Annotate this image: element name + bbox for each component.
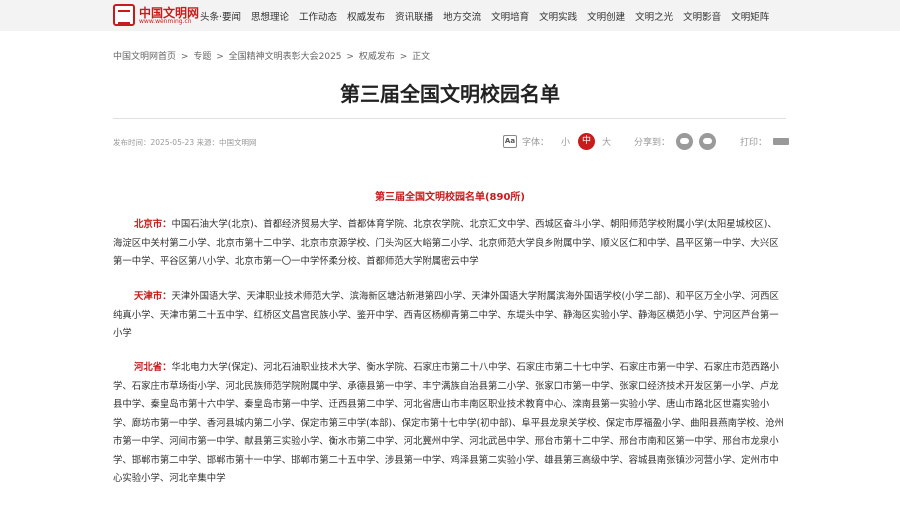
site-logo[interactable]: 中国文明网 www.wenming.cn <box>113 4 203 28</box>
province-name: 河北省： <box>134 362 172 373</box>
article-title: 第三届全国文明校园名单 <box>340 82 560 106</box>
breadcrumb-current: 正文 <box>412 52 431 62</box>
province-name: 北京市： <box>134 219 172 230</box>
nav-item-official[interactable]: 权威发布 <box>347 9 385 23</box>
top-navigation-bar: 中国文明网 www.wenming.cn 头条·要闻 思想理论 工作动态 权威发… <box>0 0 900 31</box>
breadcrumb: 中国文明网首页 > 专题 > 全国精神文明表彰大会2025 > 权威发布 > 正… <box>113 49 430 62</box>
nav-item-creation[interactable]: 文明创建 <box>587 9 625 23</box>
font-medium-button[interactable]: 中 <box>578 132 596 150</box>
wechat-icon[interactable] <box>676 132 694 150</box>
nav-item-news[interactable]: 资讯联播 <box>395 9 433 23</box>
nav-item-cultivation[interactable]: 文明培育 <box>491 9 529 23</box>
print-label: 打印： <box>740 137 768 148</box>
nav-item-headlines[interactable]: 头条·要闻 <box>200 9 241 23</box>
title-divider <box>113 118 786 119</box>
school-list: 天津外国语大学、天津职业技术师范大学、滨海新区塘沽新港第四小学、天津外国语大学附… <box>113 291 779 339</box>
main-nav: 头条·要闻 思想理论 工作动态 权威发布 资讯联播 地方交流 文明培育 文明实践… <box>200 9 779 23</box>
school-list: 中国石油大学(北京)、首都经济贸易大学、首都体育学院、北京农学院、北京汇文中学、… <box>113 219 779 267</box>
breadcrumb-separator: > <box>180 52 189 62</box>
font-label: 字体： <box>522 137 550 148</box>
breadcrumb-event[interactable]: 全国精神文明表彰大会2025 <box>229 52 342 62</box>
breadcrumb-separator: > <box>346 52 354 62</box>
font-size-icon: Aa <box>503 134 517 148</box>
province-section-beijing: 北京市：中国石油大学(北京)、首都经济贸易大学、首都体育学院、北京农学院、北京汇… <box>113 216 786 272</box>
school-list: 华北电力大学(保定)、河北石油职业技术大学、衡水学院、石家庄市第二十八中学、石家… <box>113 362 784 484</box>
logo-url: www.wenming.cn <box>139 18 192 25</box>
breadcrumb-home[interactable]: 中国文明网首页 <box>113 52 176 62</box>
nav-item-work[interactable]: 工作动态 <box>299 9 337 23</box>
list-subtitle: 第三届全国文明校园名单(890所) <box>374 192 525 203</box>
breadcrumb-official[interactable]: 权威发布 <box>359 52 395 62</box>
province-section-tianjin: 天津市：天津外国语大学、天津职业技术师范大学、滨海新区塘沽新港第四小学、天津外国… <box>113 288 786 344</box>
weibo-icon[interactable] <box>699 132 717 150</box>
font-large-button[interactable]: 大 <box>602 135 611 148</box>
breadcrumb-topic[interactable]: 专题 <box>193 52 211 62</box>
print-control: 打印： <box>740 132 790 150</box>
nav-item-light[interactable]: 文明之光 <box>635 9 673 23</box>
printer-icon[interactable] <box>773 134 790 150</box>
nav-item-matrix[interactable]: 文明矩阵 <box>731 9 769 23</box>
font-small-button[interactable]: 小 <box>561 135 570 148</box>
font-size-control: Aa 字体： 小 中 大 <box>503 132 611 150</box>
breadcrumb-separator: > <box>216 52 224 62</box>
nav-item-local[interactable]: 地方交流 <box>443 9 481 23</box>
logo-seal-icon <box>113 4 135 26</box>
province-name: 天津市： <box>134 291 172 302</box>
article-meta: 发布时间：2025-05-23 来源：中国文明网 <box>113 138 257 147</box>
nav-item-theory[interactable]: 思想理论 <box>251 9 289 23</box>
province-section-hebei: 河北省：华北电力大学(保定)、河北石油职业技术大学、衡水学院、石家庄市第二十八中… <box>113 359 786 489</box>
share-control: 分享到： <box>634 132 717 150</box>
nav-item-media[interactable]: 文明影音 <box>683 9 721 23</box>
share-label: 分享到： <box>634 137 671 148</box>
nav-item-practice[interactable]: 文明实践 <box>539 9 577 23</box>
breadcrumb-separator: > <box>399 52 408 62</box>
